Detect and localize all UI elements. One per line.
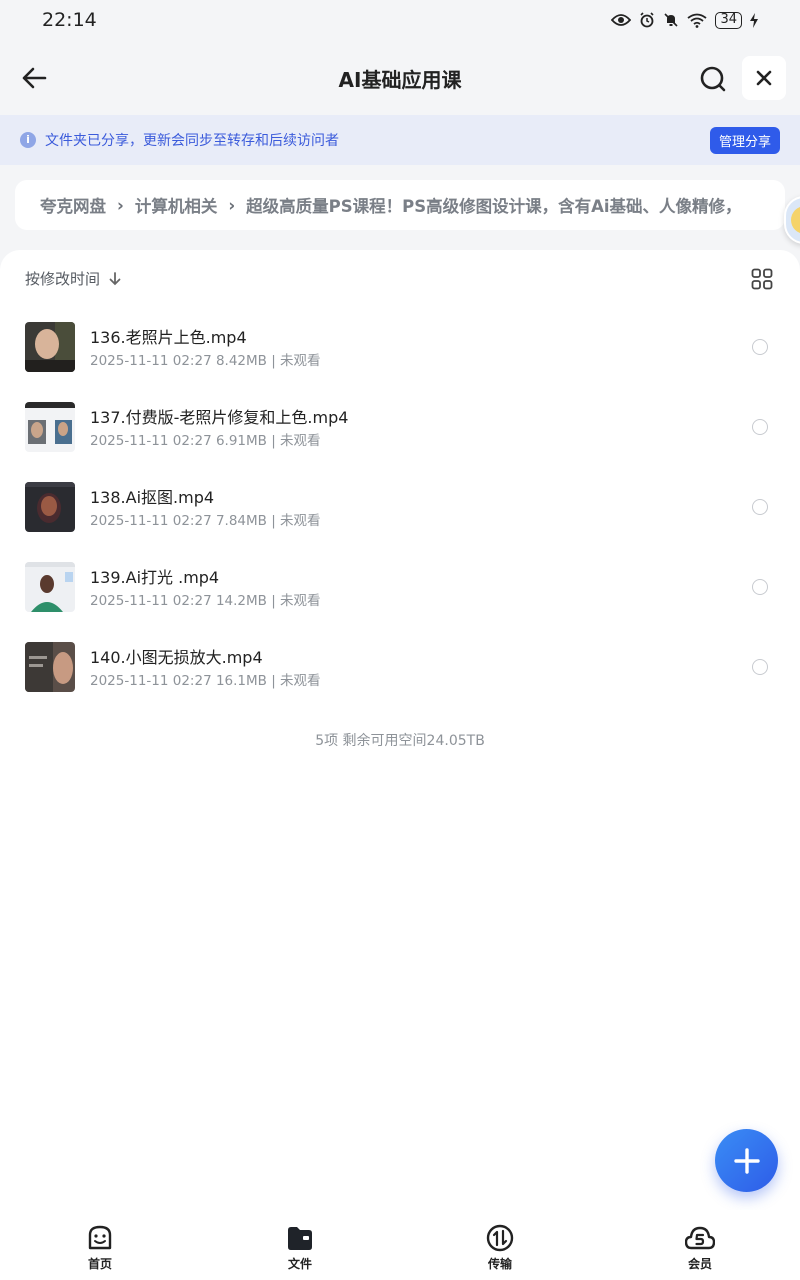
tab-transfer[interactable]: 传输 (400, 1210, 600, 1280)
file-meta: 2025-11-11 02:27 6.91MB | 未观看 (90, 433, 321, 449)
back-arrow-icon[interactable] (20, 64, 48, 92)
breadcrumb-item-root[interactable]: 夸克网盘 (40, 193, 106, 217)
mute-bell-icon (664, 13, 679, 27)
file-name: 139.Ai打光 .mp4 (90, 568, 220, 587)
manage-share-button[interactable]: 管理分享 (710, 127, 780, 154)
sort-button[interactable]: 按修改时间 (25, 268, 122, 289)
storage-summary: 5项 剩余可用空间24.05TB (315, 733, 485, 749)
file-list: 136.老照片上色.mp4 2025-11-11 02:27 8.42MB | … (0, 308, 800, 708)
file-list-panel: 按修改时间 136.老照片上色.mp4 2025-11-11 02:27 8.4… (0, 250, 800, 1210)
share-banner-text: 文件夹已分享，更新会同步至转存和后续访问者 (45, 133, 339, 149)
video-thumbnail (25, 562, 75, 612)
alarm-icon (640, 12, 655, 28)
file-row[interactable]: 138.Ai抠图.mp4 2025-11-11 02:27 7.84MB | 未… (0, 468, 800, 548)
select-radio[interactable] (752, 659, 768, 675)
floating-assistant-button[interactable] (784, 196, 800, 244)
tab-label: 传输 (487, 1257, 512, 1271)
search-icon[interactable] (698, 64, 728, 94)
select-radio[interactable] (752, 499, 768, 515)
file-name: 136.老照片上色.mp4 (90, 328, 247, 347)
tab-label: 首页 (87, 1257, 112, 1271)
vip-cloud-icon (685, 1226, 715, 1250)
file-meta: 2025-11-11 02:27 14.2MB | 未观看 (90, 593, 321, 609)
file-row[interactable]: 136.老照片上色.mp4 2025-11-11 02:27 8.42MB | … (0, 308, 800, 388)
info-icon: i (20, 132, 36, 148)
tab-home[interactable]: 首页 (0, 1210, 200, 1280)
file-meta: 2025-11-11 02:27 16.1MB | 未观看 (90, 673, 321, 689)
eye-icon (611, 14, 632, 26)
home-face-icon (88, 1225, 112, 1250)
page-title: AI基础应用课 (338, 67, 462, 92)
video-thumbnail (25, 402, 75, 452)
arrow-down-icon (109, 271, 121, 285)
plus-icon (733, 1147, 760, 1174)
video-thumbnail (25, 322, 75, 372)
tab-vip[interactable]: 会员 (600, 1210, 800, 1280)
file-row[interactable]: 140.小图无损放大.mp4 2025-11-11 02:27 16.1MB |… (0, 628, 800, 708)
breadcrumb-item-computer[interactable]: 计算机相关 (135, 193, 218, 217)
wifi-icon (687, 13, 708, 28)
breadcrumb-item-current[interactable]: 超级高质量PS课程！PS高级修图设计课，含有Ai基础、人像精修， (246, 193, 741, 217)
breadcrumb: 夸克网盘 › 计算机相关 › 超级高质量PS课程！PS高级修图设计课，含有Ai基… (15, 180, 785, 230)
transfer-icon (486, 1224, 514, 1252)
status-icons: 34 (611, 11, 758, 29)
file-name: 137.付费版-老照片修复和上色.mp4 (90, 408, 349, 427)
file-meta: 2025-11-11 02:27 7.84MB | 未观看 (90, 513, 321, 529)
bottom-nav: 首页 文件 传输 会员 (0, 1210, 800, 1280)
file-row[interactable]: 137.付费版-老照片修复和上色.mp4 2025-11-11 02:27 6.… (0, 388, 800, 468)
tab-label: 文件 (287, 1257, 312, 1271)
select-radio[interactable] (752, 419, 768, 435)
folder-icon (288, 1227, 312, 1250)
file-name: 140.小图无损放大.mp4 (90, 648, 263, 667)
select-radio[interactable] (752, 339, 768, 355)
tab-label: 会员 (687, 1257, 712, 1271)
file-name: 138.Ai抠图.mp4 (90, 488, 215, 507)
nav-bar: AI基础应用课 (0, 42, 800, 114)
chevron-right-icon: › (228, 195, 236, 215)
close-button[interactable] (742, 56, 786, 100)
battery-indicator: 34 (715, 11, 742, 29)
share-banner: i 文件夹已分享，更新会同步至转存和后续访问者 管理分享 (0, 115, 800, 165)
video-thumbnail (25, 482, 75, 532)
status-bar: 22:14 34 (0, 0, 800, 40)
add-button[interactable] (715, 1129, 778, 1192)
sort-label: 按修改时间 (25, 270, 101, 288)
video-thumbnail (25, 642, 75, 692)
assistant-icon (791, 206, 800, 234)
tab-files[interactable]: 文件 (200, 1210, 400, 1280)
file-row[interactable]: 139.Ai打光 .mp4 2025-11-11 02:27 14.2MB | … (0, 548, 800, 628)
chevron-right-icon: › (117, 195, 124, 215)
status-time: 22:14 (42, 9, 97, 31)
grid-view-icon[interactable] (751, 268, 773, 290)
charging-icon (750, 12, 758, 28)
close-icon (756, 70, 772, 86)
select-radio[interactable] (752, 579, 768, 595)
file-meta: 2025-11-11 02:27 8.42MB | 未观看 (90, 353, 321, 369)
